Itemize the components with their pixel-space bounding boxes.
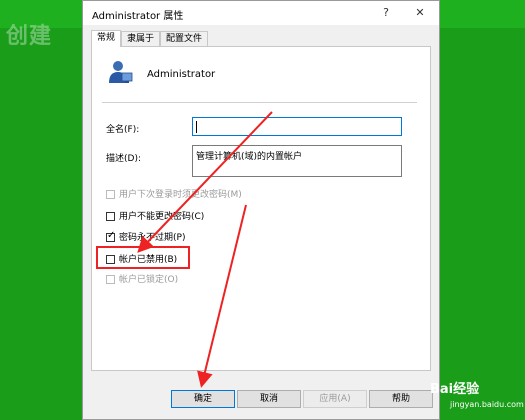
check-mark-icon: ✓ bbox=[107, 230, 116, 241]
tab-profile[interactable]: 配置文件 bbox=[160, 31, 209, 46]
checkbox-must-change-password[interactable]: 用户下次登录时须更改密码(M) bbox=[106, 189, 242, 201]
checkbox-cannot-change-password[interactable]: 用户不能更改密码(C) bbox=[106, 211, 204, 223]
general-panel: Administrator 全名(F): 描述(D): 管理计算机(域)的内置帐… bbox=[91, 46, 431, 371]
description-input[interactable]: 管理计算机(域)的内置帐户 bbox=[192, 145, 402, 177]
fullname-label: 全名(F): bbox=[106, 125, 140, 135]
watermark-url: jingyan.baidu.com bbox=[450, 400, 524, 409]
tab-general[interactable]: 常规 bbox=[91, 30, 122, 47]
watermark: Bai经验 jingyan.baidu.com bbox=[430, 378, 524, 409]
checkbox-box bbox=[106, 275, 115, 284]
cancel-button[interactable]: 取消 bbox=[237, 390, 301, 408]
annotation-highlight-box bbox=[96, 246, 190, 269]
fullname-input[interactable] bbox=[192, 117, 402, 136]
separator bbox=[102, 102, 417, 103]
checkbox-box bbox=[106, 212, 115, 221]
description-label: 描述(D): bbox=[106, 154, 141, 164]
ok-button[interactable]: 确定 bbox=[171, 390, 235, 408]
checkbox-password-never-expires[interactable]: ✓ 密码永不过期(P) bbox=[106, 230, 185, 244]
dialog-title: Administrator 属性 bbox=[92, 11, 184, 22]
user-name: Administrator bbox=[147, 69, 216, 80]
watermark-logo: Bai经验 bbox=[430, 382, 480, 397]
background-text: 创建 bbox=[6, 24, 53, 49]
user-account-icon bbox=[109, 61, 133, 83]
tab-member-of[interactable]: 隶属于 bbox=[121, 31, 161, 46]
help-dialog-button[interactable]: 帮助 bbox=[369, 390, 433, 408]
help-button[interactable]: ? bbox=[375, 4, 397, 22]
apply-button[interactable]: 应用(A) bbox=[303, 390, 367, 408]
checkbox-account-locked[interactable]: 帐户已锁定(O) bbox=[106, 274, 178, 286]
properties-dialog: Administrator 属性 ? ✕ 常规 隶属于 配置文件 Adminis… bbox=[82, 0, 440, 420]
checkbox-box bbox=[106, 190, 115, 199]
text-caret bbox=[196, 121, 197, 133]
checkbox-box: ✓ bbox=[106, 230, 116, 242]
close-button[interactable]: ✕ bbox=[409, 4, 431, 22]
title-bar: Administrator 属性 ? ✕ bbox=[83, 1, 439, 25]
